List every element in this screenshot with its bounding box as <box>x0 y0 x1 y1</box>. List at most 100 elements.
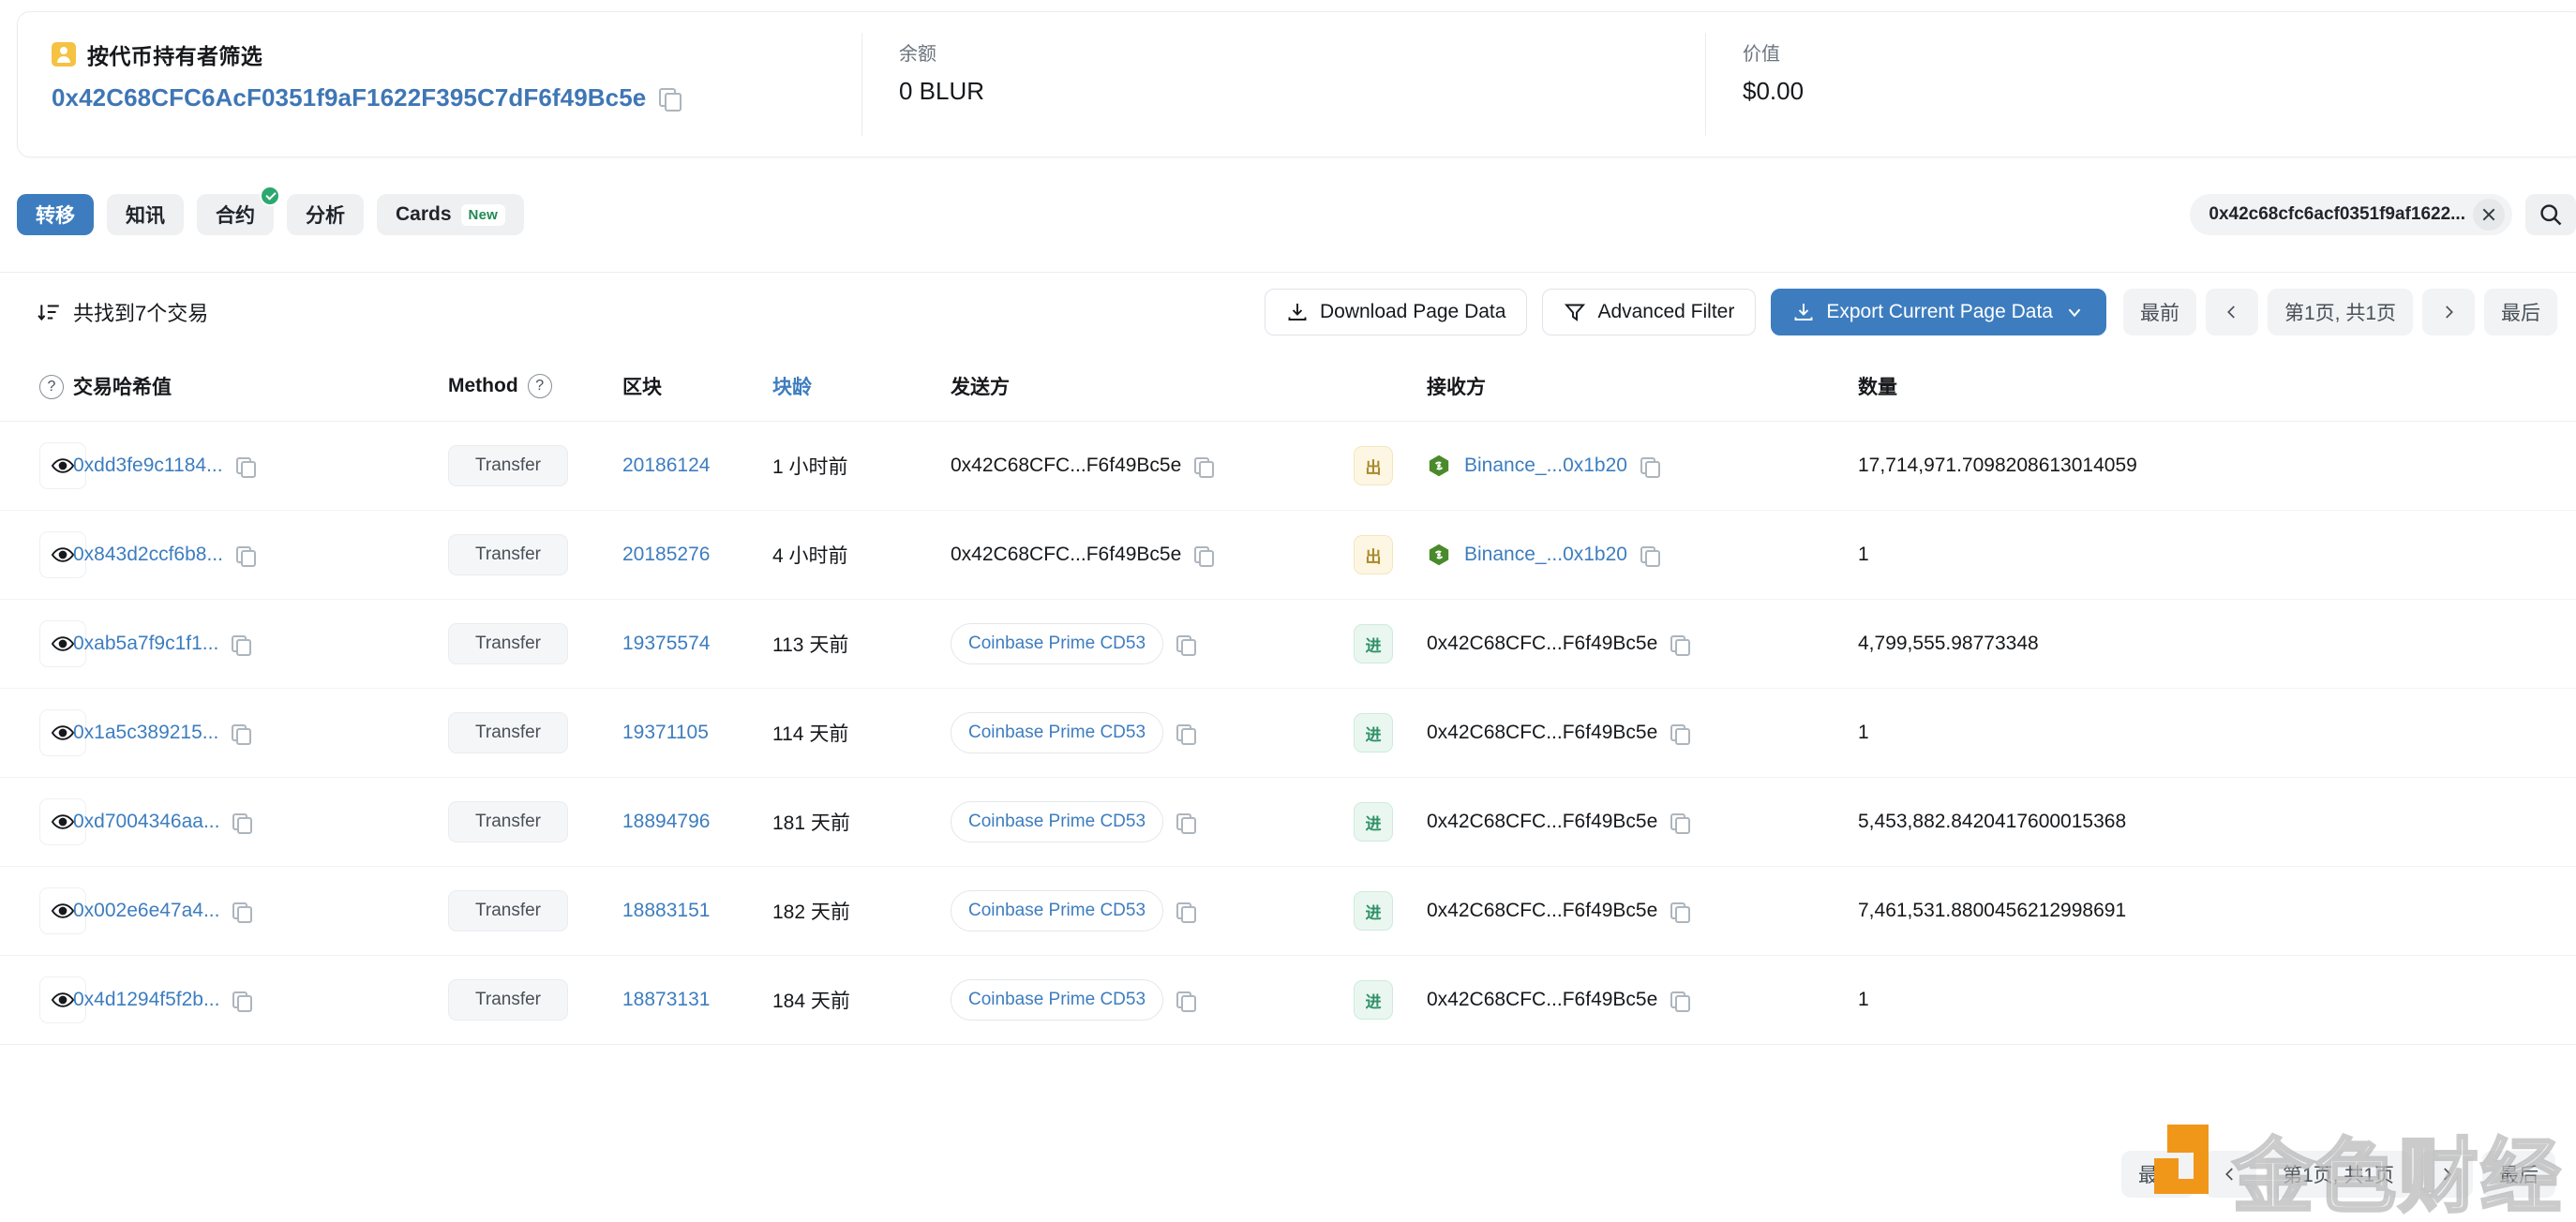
block-link[interactable]: 19371105 <box>622 722 709 743</box>
question-mark-icon[interactable]: ? <box>527 374 552 398</box>
method-chip[interactable]: Transfer <box>448 712 568 753</box>
row-hash-cell: 0x4d1294f5f2b... <box>73 955 448 1045</box>
tx-hash-link[interactable]: 0xd7004346aa... <box>73 811 219 833</box>
funnel-icon <box>1565 304 1586 321</box>
to-address-link[interactable]: Binance_...0x1b20 <box>1464 455 1627 477</box>
copy-icon[interactable] <box>1670 902 1691 923</box>
method-chip[interactable]: Transfer <box>448 979 568 1021</box>
row-from-cell: Coinbase Prime CD53 <box>951 688 1354 778</box>
pagination-info[interactable]: 第1页, 共1页 <box>2267 289 2413 335</box>
method-chip[interactable]: Transfer <box>448 890 568 931</box>
export-current-page-data-button[interactable]: Export Current Page Data <box>1771 289 2106 335</box>
copy-icon[interactable] <box>232 723 252 745</box>
account-summary-card: 按代币持有者筛选 0x42C68CFC6AcF0351f9aF1622F395C… <box>17 11 2576 157</box>
block-link[interactable]: 18883151 <box>622 900 710 921</box>
pagination-prev-button[interactable] <box>2205 289 2258 335</box>
table-row: 0x1a5c389215... Transfer 19371105 114 天前 Coi… <box>0 688 2576 778</box>
row-amount-cell: 1 <box>1858 955 2576 1045</box>
pagination-last-button[interactable]: 最后 <box>2484 289 2557 335</box>
advanced-filter-label: Advanced Filter <box>1597 301 1735 322</box>
row-direction-cell: 进 <box>1354 599 1427 689</box>
tx-hash-link[interactable]: 0x843d2ccf6b8... <box>73 544 223 566</box>
block-link[interactable]: 19375574 <box>622 633 710 654</box>
direction-badge: 进 <box>1354 891 1393 931</box>
method-chip[interactable]: Transfer <box>448 445 568 486</box>
pagination-first-button[interactable]: 最前 <box>2120 1151 2194 1198</box>
tab-info[interactable]: 知讯 <box>107 194 184 235</box>
column-age[interactable]: 块龄 <box>772 351 951 422</box>
copy-icon[interactable] <box>1176 723 1197 745</box>
tx-hash-link[interactable]: 0x4d1294f5f2b... <box>73 989 219 1011</box>
tx-hash-link[interactable]: 0x1a5c389215... <box>73 722 218 744</box>
column-direction <box>1354 351 1427 422</box>
copy-icon[interactable] <box>232 991 253 1012</box>
column-hint: ? <box>0 351 73 422</box>
advanced-filter-button[interactable]: Advanced Filter <box>1542 289 1757 335</box>
block-link[interactable]: 20186124 <box>622 455 710 476</box>
copy-icon[interactable] <box>235 545 256 567</box>
pagination-first-button[interactable]: 最前 <box>2122 289 2196 335</box>
copy-icon[interactable] <box>232 812 253 834</box>
tab-cards[interactable]: Cards New <box>377 194 524 235</box>
chevron-right-icon <box>2444 1168 2451 1181</box>
copy-icon[interactable] <box>1670 991 1691 1012</box>
block-link[interactable]: 18873131 <box>622 989 710 1010</box>
from-name-chip[interactable]: Coinbase Prime CD53 <box>951 623 1164 664</box>
pagination-next-button[interactable] <box>2420 1151 2473 1198</box>
download-page-data-button[interactable]: Download Page Data <box>1264 289 1528 335</box>
row-age-cell: 184 天前 <box>772 955 951 1045</box>
to-address: 0x42C68CFC...F6f49Bc5e <box>1427 722 1658 743</box>
method-chip[interactable]: Transfer <box>448 534 568 575</box>
copy-icon[interactable] <box>235 456 256 478</box>
tab-transfers[interactable]: 转移 <box>17 194 94 235</box>
copy-icon[interactable] <box>1640 545 1660 567</box>
tab-contract[interactable]: 合约 <box>197 186 280 235</box>
search-input[interactable]: 0x42c68cfc6acf0351f9af1622... <box>2190 194 2512 235</box>
copy-icon[interactable] <box>1176 902 1197 923</box>
copy-icon[interactable] <box>232 634 252 656</box>
tab-analytics[interactable]: 分析 <box>287 194 364 235</box>
copy-icon[interactable] <box>1670 812 1691 834</box>
results-count: 共找到7个交易 <box>37 297 208 327</box>
copy-icon[interactable] <box>1640 456 1660 478</box>
block-link[interactable]: 20185276 <box>622 544 710 565</box>
copy-icon[interactable] <box>1176 634 1197 656</box>
copy-icon[interactable] <box>1194 545 1215 567</box>
row-from-cell: Coinbase Prime CD53 <box>951 599 1354 689</box>
pagination-next-button[interactable] <box>2422 289 2475 335</box>
tx-hash-link[interactable]: 0x002e6e47a4... <box>73 900 219 922</box>
eye-icon <box>51 725 75 740</box>
copy-icon[interactable] <box>1176 812 1197 834</box>
copy-icon[interactable] <box>1176 991 1197 1012</box>
pagination-last-button[interactable]: 最后 <box>2482 1151 2555 1198</box>
method-chip[interactable]: Transfer <box>448 623 568 664</box>
copy-icon[interactable] <box>232 902 253 923</box>
row-from-cell: Coinbase Prime CD53 <box>951 955 1354 1045</box>
from-name-chip[interactable]: Coinbase Prime CD53 <box>951 712 1164 753</box>
from-name-chip[interactable]: Coinbase Prime CD53 <box>951 890 1164 931</box>
tx-hash-link[interactable]: 0xab5a7f9c1f1... <box>73 633 218 655</box>
search-button[interactable] <box>2525 194 2576 235</box>
copy-icon[interactable] <box>1670 723 1691 745</box>
pagination-info[interactable]: 第1页, 共1页 <box>2265 1151 2411 1198</box>
from-name-chip[interactable]: Coinbase Prime CD53 <box>951 979 1164 1021</box>
block-link[interactable]: 18894796 <box>622 811 710 832</box>
row-method-cell: Transfer <box>448 955 622 1045</box>
row-from-cell: 0x42C68CFC...F6f49Bc5e <box>951 421 1354 511</box>
close-icon[interactable] <box>2473 199 2505 231</box>
tx-hash-link[interactable]: 0xdd3fe9c1184... <box>73 455 223 477</box>
to-address-link[interactable]: Binance_...0x1b20 <box>1464 544 1627 566</box>
column-block[interactable]: 区块 <box>622 351 772 422</box>
holder-address-link[interactable]: 0x42C68CFC6AcF0351f9aF1622F395C7dF6f49Bc… <box>52 83 646 112</box>
from-name-chip[interactable]: Coinbase Prime CD53 <box>951 801 1164 842</box>
copy-icon[interactable] <box>1194 456 1215 478</box>
row-to-cell: Binance_...0x1b20 <box>1427 510 1858 600</box>
pagination-prev-button[interactable] <box>2203 1151 2256 1198</box>
row-block-cell: 18894796 <box>622 777 772 867</box>
method-chip[interactable]: Transfer <box>448 801 568 842</box>
balance-label: 余额 <box>899 44 936 65</box>
question-mark-icon[interactable]: ? <box>39 374 64 399</box>
copy-icon[interactable] <box>1670 634 1691 656</box>
copy-icon[interactable] <box>659 87 682 112</box>
row-to-cell: 0x42C68CFC...F6f49Bc5e <box>1427 955 1858 1045</box>
